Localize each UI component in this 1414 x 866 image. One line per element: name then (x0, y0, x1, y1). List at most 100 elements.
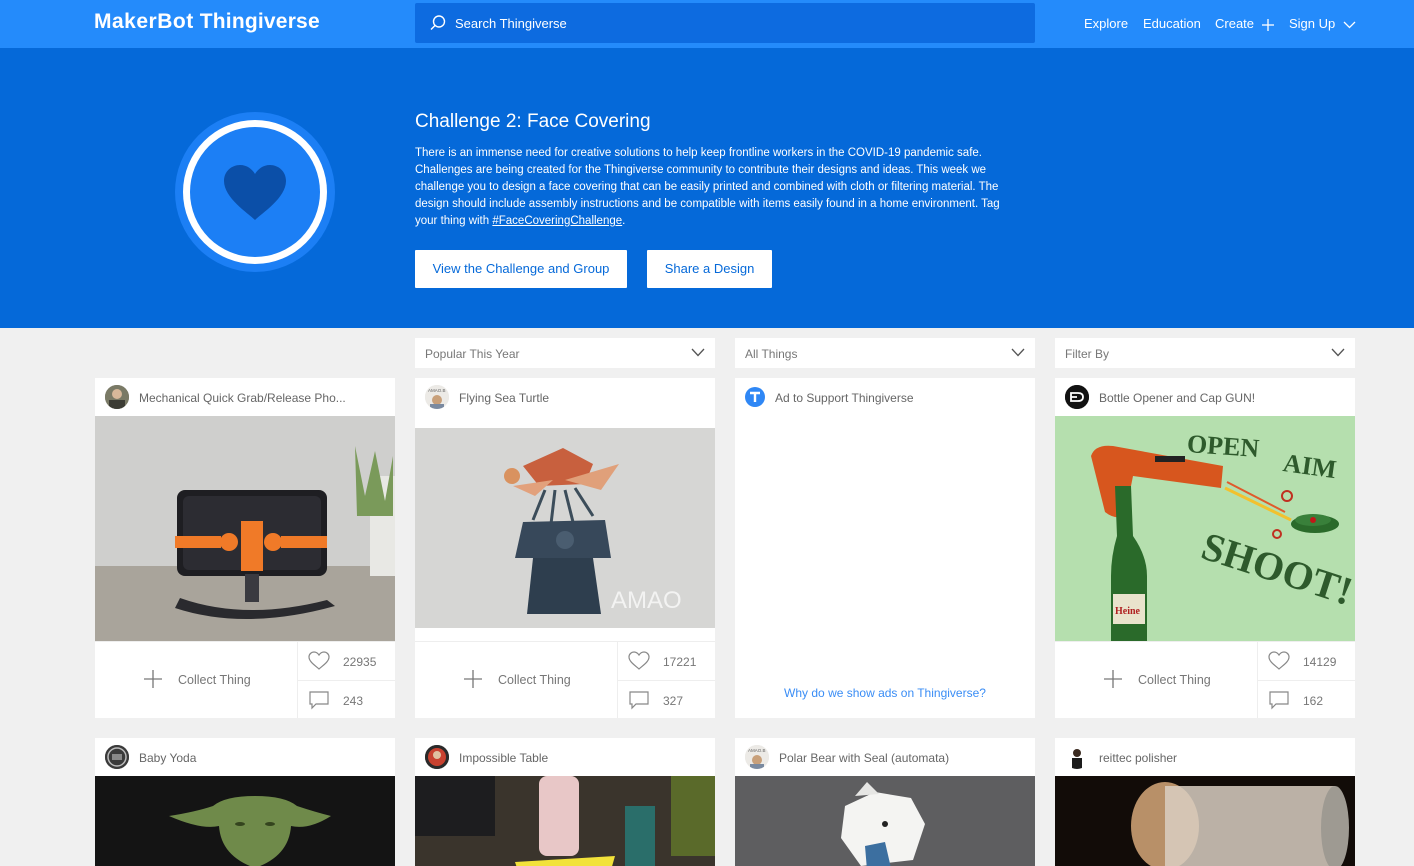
challenge-banner: Challenge 2: Face Covering There is an i… (0, 48, 1414, 328)
art-open: OPEN (1186, 429, 1260, 463)
thing-card[interactable]: Baby Yoda (95, 738, 395, 866)
thing-card[interactable]: Impossible Table (415, 738, 715, 866)
avatar[interactable] (105, 745, 129, 769)
thing-title[interactable]: Flying Sea Turtle (459, 391, 549, 405)
art-bottle-label: Heine (1115, 606, 1141, 617)
nav-education[interactable]: Education (1143, 16, 1201, 31)
comment-count: 327 (663, 694, 684, 708)
thing-thumbnail[interactable] (95, 416, 395, 641)
thing-title[interactable]: Impossible Table (459, 751, 548, 765)
comment-button[interactable]: 243 (297, 681, 395, 718)
like-count: 17221 (663, 655, 697, 669)
card-header: reittec polisher (1055, 738, 1355, 776)
card-header: Baby Yoda (95, 738, 395, 776)
challenge-body-end: . (622, 215, 626, 227)
comment-count: 243 (343, 694, 364, 708)
card-header: Impossible Table (415, 738, 715, 776)
sort-dropdown[interactable]: Popular This Year (415, 338, 715, 368)
type-dropdown[interactable]: All Things (735, 338, 1035, 368)
logo-makerbot: MakerBot (94, 10, 194, 33)
search-icon (430, 15, 446, 30)
avatar[interactable] (105, 385, 129, 409)
hashtag-link[interactable]: #FaceCoveringChallenge (492, 215, 622, 227)
thing-card[interactable]: Bottle Opener and Cap GUN! OPEN AIM SHOO… (1055, 378, 1355, 718)
thing-card[interactable]: Mechanical Quick Grab/Release Pho... Col… (95, 378, 395, 718)
challenge-title: Challenge 2: Face Covering (415, 111, 651, 132)
avatar[interactable] (1065, 385, 1089, 409)
nav-explore[interactable]: Explore (1084, 16, 1128, 31)
like-count: 22935 (343, 655, 377, 669)
nav-signup-label: Sign Up (1289, 16, 1336, 31)
search-bar[interactable] (415, 3, 1035, 43)
collect-label: Collect Thing (1138, 673, 1211, 687)
card-footer: Collect Thing 17221 327 (415, 641, 715, 718)
comment-button[interactable]: 162 (1257, 681, 1355, 718)
thing-thumbnail[interactable] (95, 776, 395, 866)
avatar-initials: AMAO.B (428, 388, 446, 393)
like-count: 14129 (1303, 655, 1337, 669)
thing-thumbnail[interactable]: AMAO (415, 428, 715, 628)
card-header: AMAO.B Polar Bear with Seal (automata) (735, 738, 1035, 776)
comment-count: 162 (1303, 694, 1324, 708)
avatar[interactable] (425, 745, 449, 769)
thing-title[interactable]: Bottle Opener and Cap GUN! (1099, 391, 1255, 405)
heart-icon (1268, 651, 1290, 670)
view-challenge-button[interactable]: View the Challenge and Group (415, 250, 627, 288)
avatar[interactable]: AMAO.B (745, 745, 769, 769)
thing-card[interactable]: AMAO.B Flying Sea Turtle AMAO Collect Th… (415, 378, 715, 718)
card-header: AMAO.B Flying Sea Turtle (415, 378, 715, 416)
thing-thumbnail[interactable] (735, 776, 1035, 866)
avatar[interactable] (1065, 745, 1089, 769)
thing-title[interactable]: Baby Yoda (139, 751, 196, 765)
collect-thing-button[interactable]: Collect Thing (415, 642, 617, 718)
collect-label: Collect Thing (178, 673, 251, 687)
nav-signup[interactable]: Sign Up (1289, 16, 1356, 31)
why-ads-link[interactable]: Why do we show ads on Thingiverse? (735, 686, 1035, 700)
thing-thumbnail[interactable]: OPEN AIM SHOOT! Heine (1055, 416, 1355, 641)
thing-thumbnail[interactable] (415, 776, 715, 866)
thing-title[interactable]: reittec polisher (1099, 751, 1177, 765)
share-design-button[interactable]: Share a Design (647, 250, 772, 288)
like-button[interactable]: 22935 (297, 642, 395, 681)
logo[interactable]: MakerBot Thingiverse (94, 10, 320, 34)
card-header: Bottle Opener and Cap GUN! (1055, 378, 1355, 416)
comment-icon (629, 691, 649, 710)
top-navbar: MakerBot Thingiverse Explore Education C… (0, 0, 1414, 48)
collect-thing-button[interactable]: Collect Thing (1055, 642, 1257, 718)
filter-dropdown[interactable]: Filter By (1055, 338, 1355, 368)
avatar[interactable]: AMAO.B (425, 385, 449, 409)
chevron-down-icon (1331, 348, 1345, 357)
chevron-down-icon (1343, 21, 1356, 28)
heart-icon (308, 651, 330, 670)
collect-label: Collect Thing (498, 673, 571, 687)
nav-create[interactable]: Create (1215, 16, 1274, 31)
filter-dropdown-value: Filter By (1065, 347, 1110, 361)
challenge-description: There is an immense need for creative so… (415, 145, 1025, 230)
comment-button[interactable]: 327 (617, 681, 715, 718)
collect-thing-button[interactable]: Collect Thing (95, 642, 297, 718)
like-button[interactable]: 14129 (1257, 642, 1355, 681)
ad-title: Ad to Support Thingiverse (775, 391, 914, 405)
card-header: Ad to Support Thingiverse (735, 378, 1035, 416)
nav-create-label: Create (1215, 16, 1255, 31)
thing-card[interactable]: reittec polisher (1055, 738, 1355, 866)
challenge-badge (175, 112, 335, 272)
like-button[interactable]: 17221 (617, 642, 715, 681)
plus-icon (1261, 18, 1274, 31)
comment-icon (309, 691, 329, 710)
search-input[interactable] (455, 3, 1015, 43)
chevron-down-icon (1011, 348, 1025, 357)
heart-icon (628, 651, 650, 670)
thing-card[interactable]: AMAO.B Polar Bear with Seal (automata) (735, 738, 1035, 866)
card-footer: Collect Thing 22935 243 (95, 641, 395, 718)
thing-title[interactable]: Polar Bear with Seal (automata) (779, 751, 949, 765)
thing-title[interactable]: Mechanical Quick Grab/Release Pho... (139, 391, 346, 405)
heart-icon (224, 165, 286, 220)
chevron-down-icon (691, 348, 705, 357)
sort-dropdown-value: Popular This Year (425, 347, 520, 361)
card-header: Mechanical Quick Grab/Release Pho... (95, 378, 395, 416)
plus-icon (1104, 670, 1122, 688)
thingiverse-logo-icon (745, 387, 765, 407)
ad-card: Ad to Support Thingiverse Why do we show… (735, 378, 1035, 718)
thing-thumbnail[interactable] (1055, 776, 1355, 866)
